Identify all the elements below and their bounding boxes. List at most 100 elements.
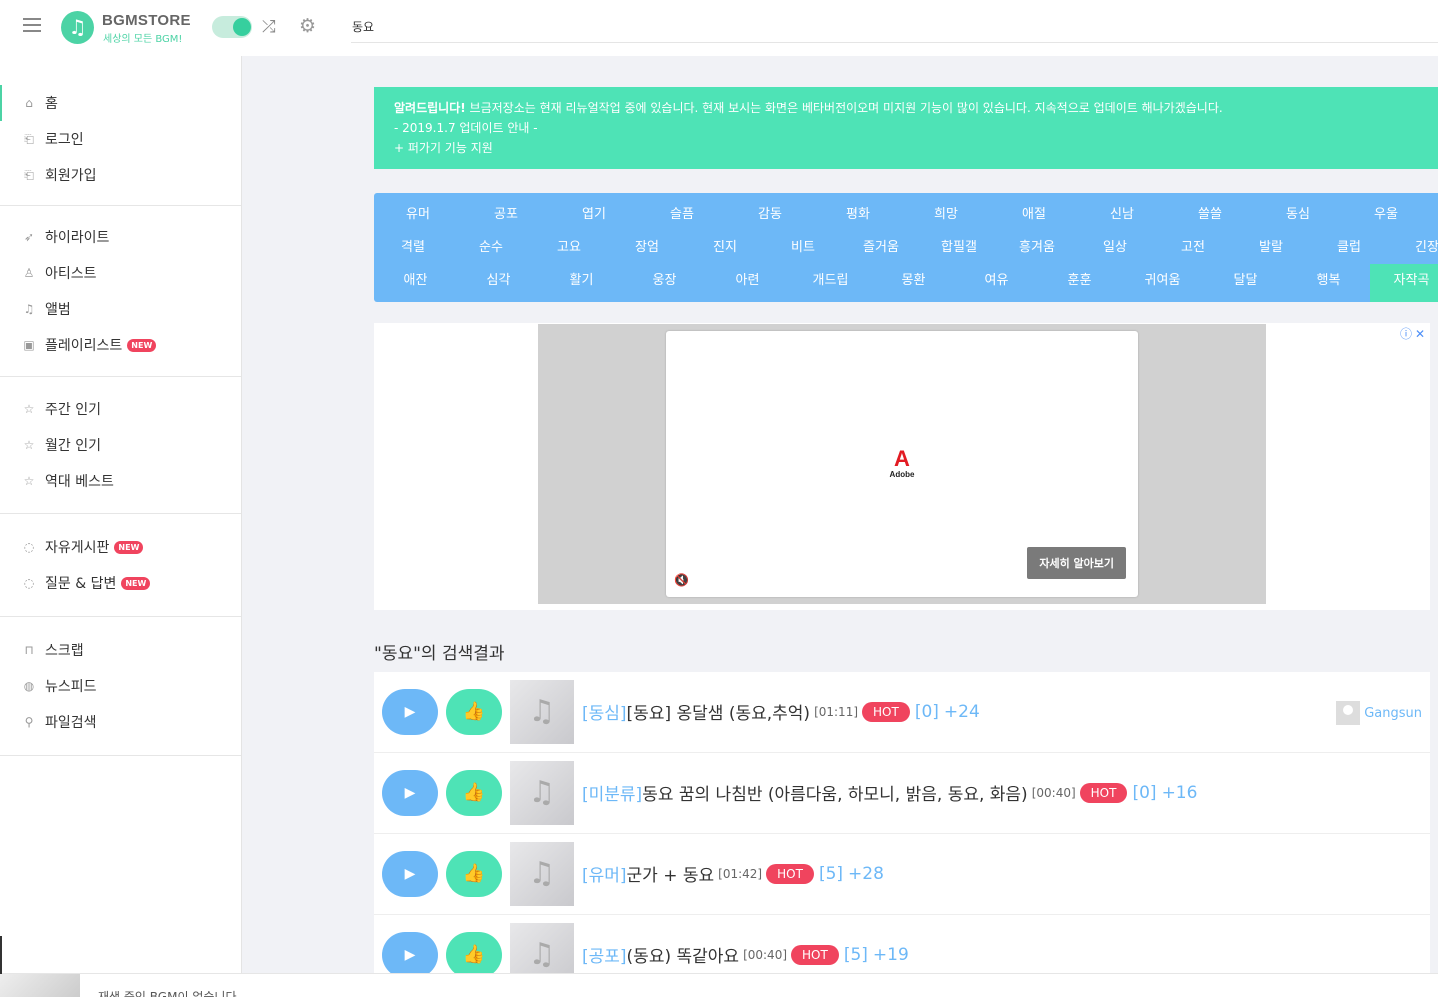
category-chip[interactable]: 즐거움 (842, 231, 920, 264)
ad-cta-button[interactable]: 자세히 알아보기 (1027, 547, 1126, 579)
category-chip[interactable]: 감동 (726, 198, 814, 231)
result-list: ▶ 👍 ♫ [동심] [동요] 옹달샘 (동요,추억) [01:11] HOT [0] +24 G… (374, 672, 1430, 973)
sidebar-item-best[interactable]: ☆ 역대 베스트 (0, 463, 241, 499)
sidebar-item-highlight[interactable]: ➶ 하이라이트 (0, 219, 241, 255)
sidebar-item-signup[interactable]: ⎗ 회원가입 (0, 157, 241, 193)
track-thumbnail: ♫ (510, 761, 574, 825)
track-category[interactable]: [유머] (582, 861, 627, 886)
sidebar-item-label: 홈 (45, 96, 58, 112)
search-input[interactable] (351, 10, 1438, 43)
category-chip[interactable]: 웅장 (623, 264, 706, 302)
category-chip[interactable]: 아련 (706, 264, 789, 302)
category-chip[interactable]: 애절 (990, 198, 1078, 231)
category-chip[interactable]: 몽환 (872, 264, 955, 302)
category-chip[interactable]: 고전 (1154, 231, 1232, 264)
track-title[interactable]: 군가 + 동요 (627, 861, 715, 886)
home-icon: ⌂ (25, 96, 33, 110)
track-info: [공포] (동요) 똑같아요 [00:40] HOT [5] +19 (582, 942, 909, 967)
track-info: [유머] 군가 + 동요 [01:42] HOT [5] +28 (582, 861, 884, 886)
like-button[interactable]: 👍 (446, 932, 502, 973)
mute-icon[interactable]: 🔇 (674, 573, 689, 587)
category-chip[interactable]: 장엄 (608, 231, 686, 264)
category-chip[interactable]: 동심 (1254, 198, 1342, 231)
play-button[interactable]: ▶ (382, 932, 438, 973)
category-chip[interactable]: 우울 (1342, 198, 1430, 231)
rocket-icon: ➶ (23, 230, 35, 244)
track-title[interactable]: 동요 꿈의 나침반 (아름다움, 하모니, 밝음, 동요, 화음) (642, 780, 1028, 805)
category-chip[interactable]: 심각 (457, 264, 540, 302)
like-count: +19 (872, 944, 909, 965)
category-chip[interactable]: 여유 (955, 264, 1038, 302)
category-chip[interactable]: 일상 (1076, 231, 1154, 264)
category-chip[interactable]: 희망 (902, 198, 990, 231)
sidebar-item-label: 파일검색 (45, 715, 97, 731)
category-chip[interactable]: 달달 (1204, 264, 1287, 302)
category-chip[interactable]: 클럽 (1310, 231, 1388, 264)
sidebar-item-file-search[interactable]: ⚲ 파일검색 (0, 704, 241, 740)
sidebar-item-artist[interactable]: ♙ 아티스트 (0, 255, 241, 291)
like-button[interactable]: 👍 (446, 689, 502, 735)
uploader[interactable]: Gangsun (1336, 701, 1422, 725)
category-chip[interactable]: 훈훈 (1038, 264, 1121, 302)
ad-banner[interactable]: A Adobe 🔇 자세히 알아보기 ⓘ✕ (374, 323, 1430, 610)
category-chip[interactable]: 자작곡 (1370, 264, 1438, 302)
category-chip[interactable]: 흥겨움 (998, 231, 1076, 264)
shuffle-icon[interactable]: ⤮ (262, 17, 276, 37)
category-chip[interactable]: 평화 (814, 198, 902, 231)
play-button[interactable]: ▶ (382, 851, 438, 897)
category-chip[interactable]: 애잔 (374, 264, 457, 302)
sidebar-item-home[interactable]: ⌂ 홈 (0, 85, 241, 121)
play-button[interactable]: ▶ (382, 770, 438, 816)
sidebar-item-newsfeed[interactable]: ◍ 뉴스피드 (0, 668, 241, 704)
category-chip[interactable]: 비트 (764, 231, 842, 264)
track-title[interactable]: [동요] 옹달샘 (동요,추억) (627, 699, 811, 724)
sidebar-item-qna[interactable]: ◌ 질문 & 답변 NEW (0, 565, 241, 601)
track-title[interactable]: (동요) 똑같아요 (627, 942, 740, 967)
sidebar-group-tools: ⊓ 스크랩 ◍ 뉴스피드 ⚲ 파일검색 (0, 617, 241, 756)
menu-icon[interactable] (23, 18, 41, 34)
category-chip[interactable]: 신남 (1078, 198, 1166, 231)
category-chip[interactable]: 행복 (1287, 264, 1370, 302)
sidebar-item-album[interactable]: ♫ 앨범 (0, 291, 241, 327)
category-chip[interactable]: 순수 (452, 231, 530, 264)
sidebar-item-playlist[interactable]: ▣ 플레이리스트 NEW (0, 327, 241, 363)
sidebar-item-free-board[interactable]: ◌ 자유게시판 NEW (0, 529, 241, 565)
music-note-icon[interactable]: ♫ (61, 11, 94, 44)
sidebar-item-label: 월간 인기 (45, 438, 101, 454)
sidebar-item-monthly[interactable]: ☆ 월간 인기 (0, 427, 241, 463)
category-chip[interactable]: 격렬 (374, 231, 452, 264)
sidebar-item-scrap[interactable]: ⊓ 스크랩 (0, 632, 241, 668)
category-chip[interactable]: 합필갤 (920, 231, 998, 264)
comment-count: [5] (843, 944, 868, 965)
play-button[interactable]: ▶ (382, 689, 438, 735)
uploader-name[interactable]: Gangsun (1364, 706, 1422, 721)
like-button[interactable]: 👍 (446, 851, 502, 897)
category-chip[interactable]: 귀여움 (1121, 264, 1204, 302)
category-chip[interactable]: 슬픔 (638, 198, 726, 231)
category-chip[interactable]: 엽기 (550, 198, 638, 231)
category-chip[interactable]: 발랄 (1232, 231, 1310, 264)
sidebar-item-login[interactable]: ⎗ 로그인 (0, 121, 241, 157)
ad-card[interactable]: A Adobe 🔇 자세히 알아보기 (666, 331, 1138, 597)
category-chip[interactable]: 쓸쓸 (1166, 198, 1254, 231)
category-chip[interactable]: 활기 (540, 264, 623, 302)
category-chip[interactable]: 공포 (462, 198, 550, 231)
new-badge: NEW (121, 576, 151, 590)
autoplay-toggle[interactable] (212, 16, 252, 38)
sidebar-item-weekly[interactable]: ☆ 주간 인기 (0, 391, 241, 427)
track-category[interactable]: [공포] (582, 942, 627, 967)
track-category[interactable]: [동심] (582, 699, 627, 724)
info-close-icon[interactable]: ⓘ✕ (1398, 326, 1428, 342)
adobe-glyph-icon: A (894, 446, 910, 471)
like-button[interactable]: 👍 (446, 770, 502, 816)
category-chip[interactable]: 긴장 (1388, 231, 1438, 264)
category-chip[interactable]: 유머 (374, 198, 462, 231)
gear-icon[interactable]: ⚙ (299, 15, 316, 37)
category-chip[interactable]: 진지 (686, 231, 764, 264)
sidebar-item-label: 플레이리스트 (45, 338, 123, 354)
track-thumbnail: ♫ (510, 923, 574, 973)
track-category[interactable]: [미분류] (582, 780, 642, 805)
logo-title[interactable]: BGMSTORE (102, 12, 191, 29)
category-chip[interactable]: 개드립 (789, 264, 872, 302)
category-chip[interactable]: 고요 (530, 231, 608, 264)
